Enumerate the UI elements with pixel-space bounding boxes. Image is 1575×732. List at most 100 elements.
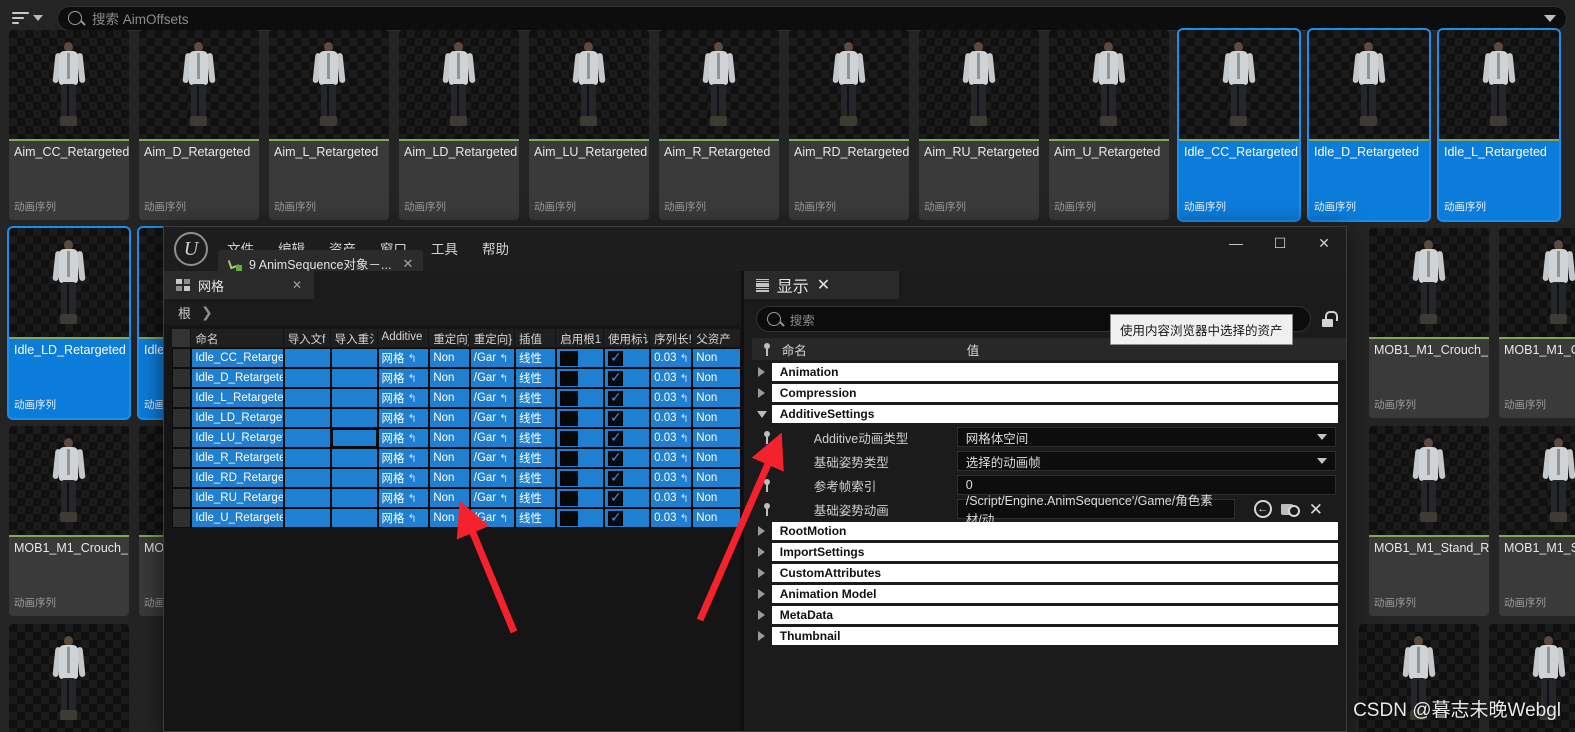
asset-tile[interactable]: Aim_CC_Retargeted 动画序列 bbox=[9, 30, 129, 220]
cell-use-marker[interactable] bbox=[604, 388, 651, 408]
column-header-retarget-1[interactable]: 重定向} bbox=[429, 329, 470, 347]
table-row[interactable]: Idle_RU_Retarget网格↰Non/Gar↰线性0.03↰Non bbox=[172, 488, 741, 508]
column-header-import-file[interactable]: 导入文f bbox=[284, 329, 331, 347]
column-header-use-marker[interactable]: 使用标讠 bbox=[604, 329, 651, 347]
lock-icon[interactable] bbox=[1320, 311, 1338, 327]
cell-interpolation[interactable]: 线性 bbox=[515, 488, 557, 508]
cell-sequence-length[interactable]: 0.03 ↰ bbox=[650, 448, 693, 468]
column-header-additive[interactable]: Additive bbox=[378, 329, 430, 347]
cell-import-file[interactable] bbox=[283, 428, 331, 448]
table-row[interactable]: Idle_R_Retargete网格↰Non/Gar↰线性0.03↰Non bbox=[172, 448, 741, 468]
category-row-rootmotion[interactable]: RootMotion bbox=[752, 521, 1338, 541]
cell-enable-root[interactable] bbox=[556, 508, 605, 528]
cell-parent-asset[interactable]: Non bbox=[692, 508, 741, 528]
cell-enable-root[interactable] bbox=[556, 468, 605, 488]
chevron-right-icon[interactable] bbox=[752, 367, 772, 377]
cell-sequence-length[interactable]: 0.03 ↰ bbox=[650, 348, 693, 368]
cell-import-file[interactable] bbox=[283, 488, 331, 508]
tab-grid-close-icon[interactable]: ✕ bbox=[274, 278, 302, 292]
cell-additive[interactable]: 网格 ↰ bbox=[377, 468, 430, 488]
editor-tab-close-icon[interactable]: ✕ bbox=[402, 256, 413, 272]
cell-enable-root[interactable] bbox=[556, 368, 605, 388]
cell-interpolation[interactable]: 线性 bbox=[515, 348, 557, 368]
cell-sequence-length[interactable]: 0.03 ↰ bbox=[650, 368, 693, 388]
category-row-compression[interactable]: Compression bbox=[752, 383, 1338, 403]
category-row-metadata[interactable]: MetaData bbox=[752, 605, 1338, 625]
cell-use-marker[interactable] bbox=[604, 508, 651, 528]
category-row-importsettings[interactable]: ImportSettings bbox=[752, 542, 1338, 562]
pin-icon[interactable] bbox=[752, 478, 782, 492]
asset-tile[interactable]: MOB1_M1_Stand_Relaxed_Look_U90_Retargete… bbox=[1499, 426, 1575, 616]
category-row-customattributes[interactable]: CustomAttributes bbox=[752, 563, 1338, 583]
asset-tile[interactable]: Aim_U_Retargeted 动画序列 bbox=[1049, 30, 1169, 220]
column-header-enable-root[interactable]: 启用根1 bbox=[556, 329, 605, 347]
table-row[interactable]: Idle_RD_Retarget网格↰Non/Gar↰线性0.03↰Non bbox=[172, 468, 741, 488]
cell-retarget-asset[interactable]: /Gar ↰ bbox=[469, 428, 516, 448]
asset-tile[interactable]: Aim_LD_Retargeted 动画序列 bbox=[399, 30, 519, 220]
category-label[interactable]: CustomAttributes bbox=[771, 564, 1338, 582]
cell-use-marker[interactable] bbox=[604, 408, 651, 428]
category-row-additivesettings[interactable]: AdditiveSettings bbox=[752, 404, 1338, 424]
cell-parent-asset[interactable]: Non bbox=[692, 368, 741, 388]
cell-retarget-asset[interactable]: /Gar ↰ bbox=[469, 388, 516, 408]
cell-use-marker[interactable] bbox=[604, 488, 651, 508]
chevron-right-icon[interactable] bbox=[752, 589, 772, 599]
column-header-sequence-length[interactable]: 序列长! bbox=[650, 329, 693, 347]
cell-interpolation[interactable]: 线性 bbox=[515, 448, 557, 468]
cell-use-marker[interactable] bbox=[604, 468, 651, 488]
cell-enable-root[interactable] bbox=[556, 488, 605, 508]
cell-enable-root[interactable] bbox=[556, 388, 605, 408]
category-label[interactable]: MetaData bbox=[771, 606, 1338, 624]
cell-import-reimport[interactable] bbox=[330, 368, 378, 388]
cell-retarget-source[interactable]: Non bbox=[429, 348, 470, 368]
row-select-cell[interactable] bbox=[172, 428, 192, 448]
asset-search-input[interactable]: 搜索 AimOffsets bbox=[57, 5, 1567, 31]
asset-tile[interactable] bbox=[9, 624, 129, 732]
property-dropdown[interactable]: 网格体空间 bbox=[956, 427, 1336, 447]
asset-tile[interactable]: Aim_LU_Retargeted 动画序列 bbox=[529, 30, 649, 220]
row-select-cell[interactable] bbox=[172, 408, 192, 428]
asset-tile[interactable]: MOB1_M1_Stand_Relaxed_Look_U45_Retargete… bbox=[1369, 426, 1489, 616]
cell-retarget-source[interactable]: Non bbox=[429, 488, 470, 508]
cell-additive[interactable]: 网格 ↰ bbox=[377, 508, 430, 528]
chevron-right-icon[interactable] bbox=[752, 388, 772, 398]
clear-asset-icon[interactable]: ✕ bbox=[1309, 501, 1323, 518]
use-selected-asset-icon[interactable]: ← bbox=[1253, 500, 1272, 518]
table-row[interactable]: Idle_LU_Retarget网格↰Non/Gar↰线性0.03↰Non bbox=[172, 428, 741, 448]
category-label[interactable]: ImportSettings bbox=[771, 543, 1338, 561]
asset-tile-selected[interactable]: Idle_L_Retargeted 动画序列 bbox=[1439, 30, 1559, 220]
cell-name[interactable]: Idle_RD_Retarget bbox=[191, 468, 284, 488]
tab-grid[interactable]: 网格 ✕ bbox=[164, 271, 314, 299]
category-row-animation[interactable]: Animation bbox=[752, 362, 1338, 382]
table-row[interactable]: Idle_LD_Retarget网格↰Non/Gar↰线性0.03↰Non bbox=[172, 408, 741, 428]
cell-name[interactable]: Idle_D_Retargete bbox=[191, 368, 284, 388]
cell-retarget-asset[interactable]: /Gar ↰ bbox=[469, 348, 516, 368]
cell-enable-root[interactable] bbox=[556, 428, 605, 448]
asset-tile[interactable]: Aim_R_Retargeted 动画序列 bbox=[659, 30, 779, 220]
row-select-cell[interactable] bbox=[172, 388, 192, 408]
pin-icon[interactable] bbox=[752, 454, 782, 468]
row-select-cell[interactable] bbox=[172, 348, 192, 368]
cell-additive[interactable]: 网格 ↰ bbox=[377, 348, 430, 368]
asset-tile[interactable]: Aim_D_Retargeted 动画序列 bbox=[139, 30, 259, 220]
asset-tile[interactable]: Aim_L_Retargeted 动画序列 bbox=[269, 30, 389, 220]
window-minimize-button[interactable]: — bbox=[1214, 227, 1258, 259]
cell-use-marker[interactable] bbox=[604, 348, 651, 368]
cell-retarget-source[interactable]: Non bbox=[429, 468, 470, 488]
cell-retarget-source[interactable]: Non bbox=[429, 428, 470, 448]
tab-details[interactable]: 显示 ✕ bbox=[743, 271, 899, 299]
cell-name[interactable]: Idle_LU_Retarget bbox=[191, 428, 284, 448]
cell-additive[interactable]: 网格 ↰ bbox=[377, 408, 430, 428]
cell-import-file[interactable] bbox=[283, 508, 331, 528]
column-header-parent-asset[interactable]: 父资产 bbox=[692, 329, 741, 347]
cell-name[interactable]: Idle_U_Retargete bbox=[191, 508, 284, 528]
cell-import-reimport[interactable] bbox=[330, 348, 378, 368]
pin-icon[interactable] bbox=[752, 430, 782, 444]
cell-name[interactable]: Idle_CC_Retarget bbox=[191, 348, 284, 368]
cell-use-marker[interactable] bbox=[604, 368, 651, 388]
column-header-interpolation[interactable]: 插值 bbox=[515, 329, 557, 347]
row-select-cell[interactable] bbox=[172, 468, 192, 488]
asset-tile[interactable]: Aim_RU_Retargeted 动画序列 bbox=[919, 30, 1039, 220]
cell-use-marker[interactable] bbox=[604, 448, 651, 468]
cell-retarget-asset[interactable]: /Gar ↰ bbox=[469, 408, 516, 428]
